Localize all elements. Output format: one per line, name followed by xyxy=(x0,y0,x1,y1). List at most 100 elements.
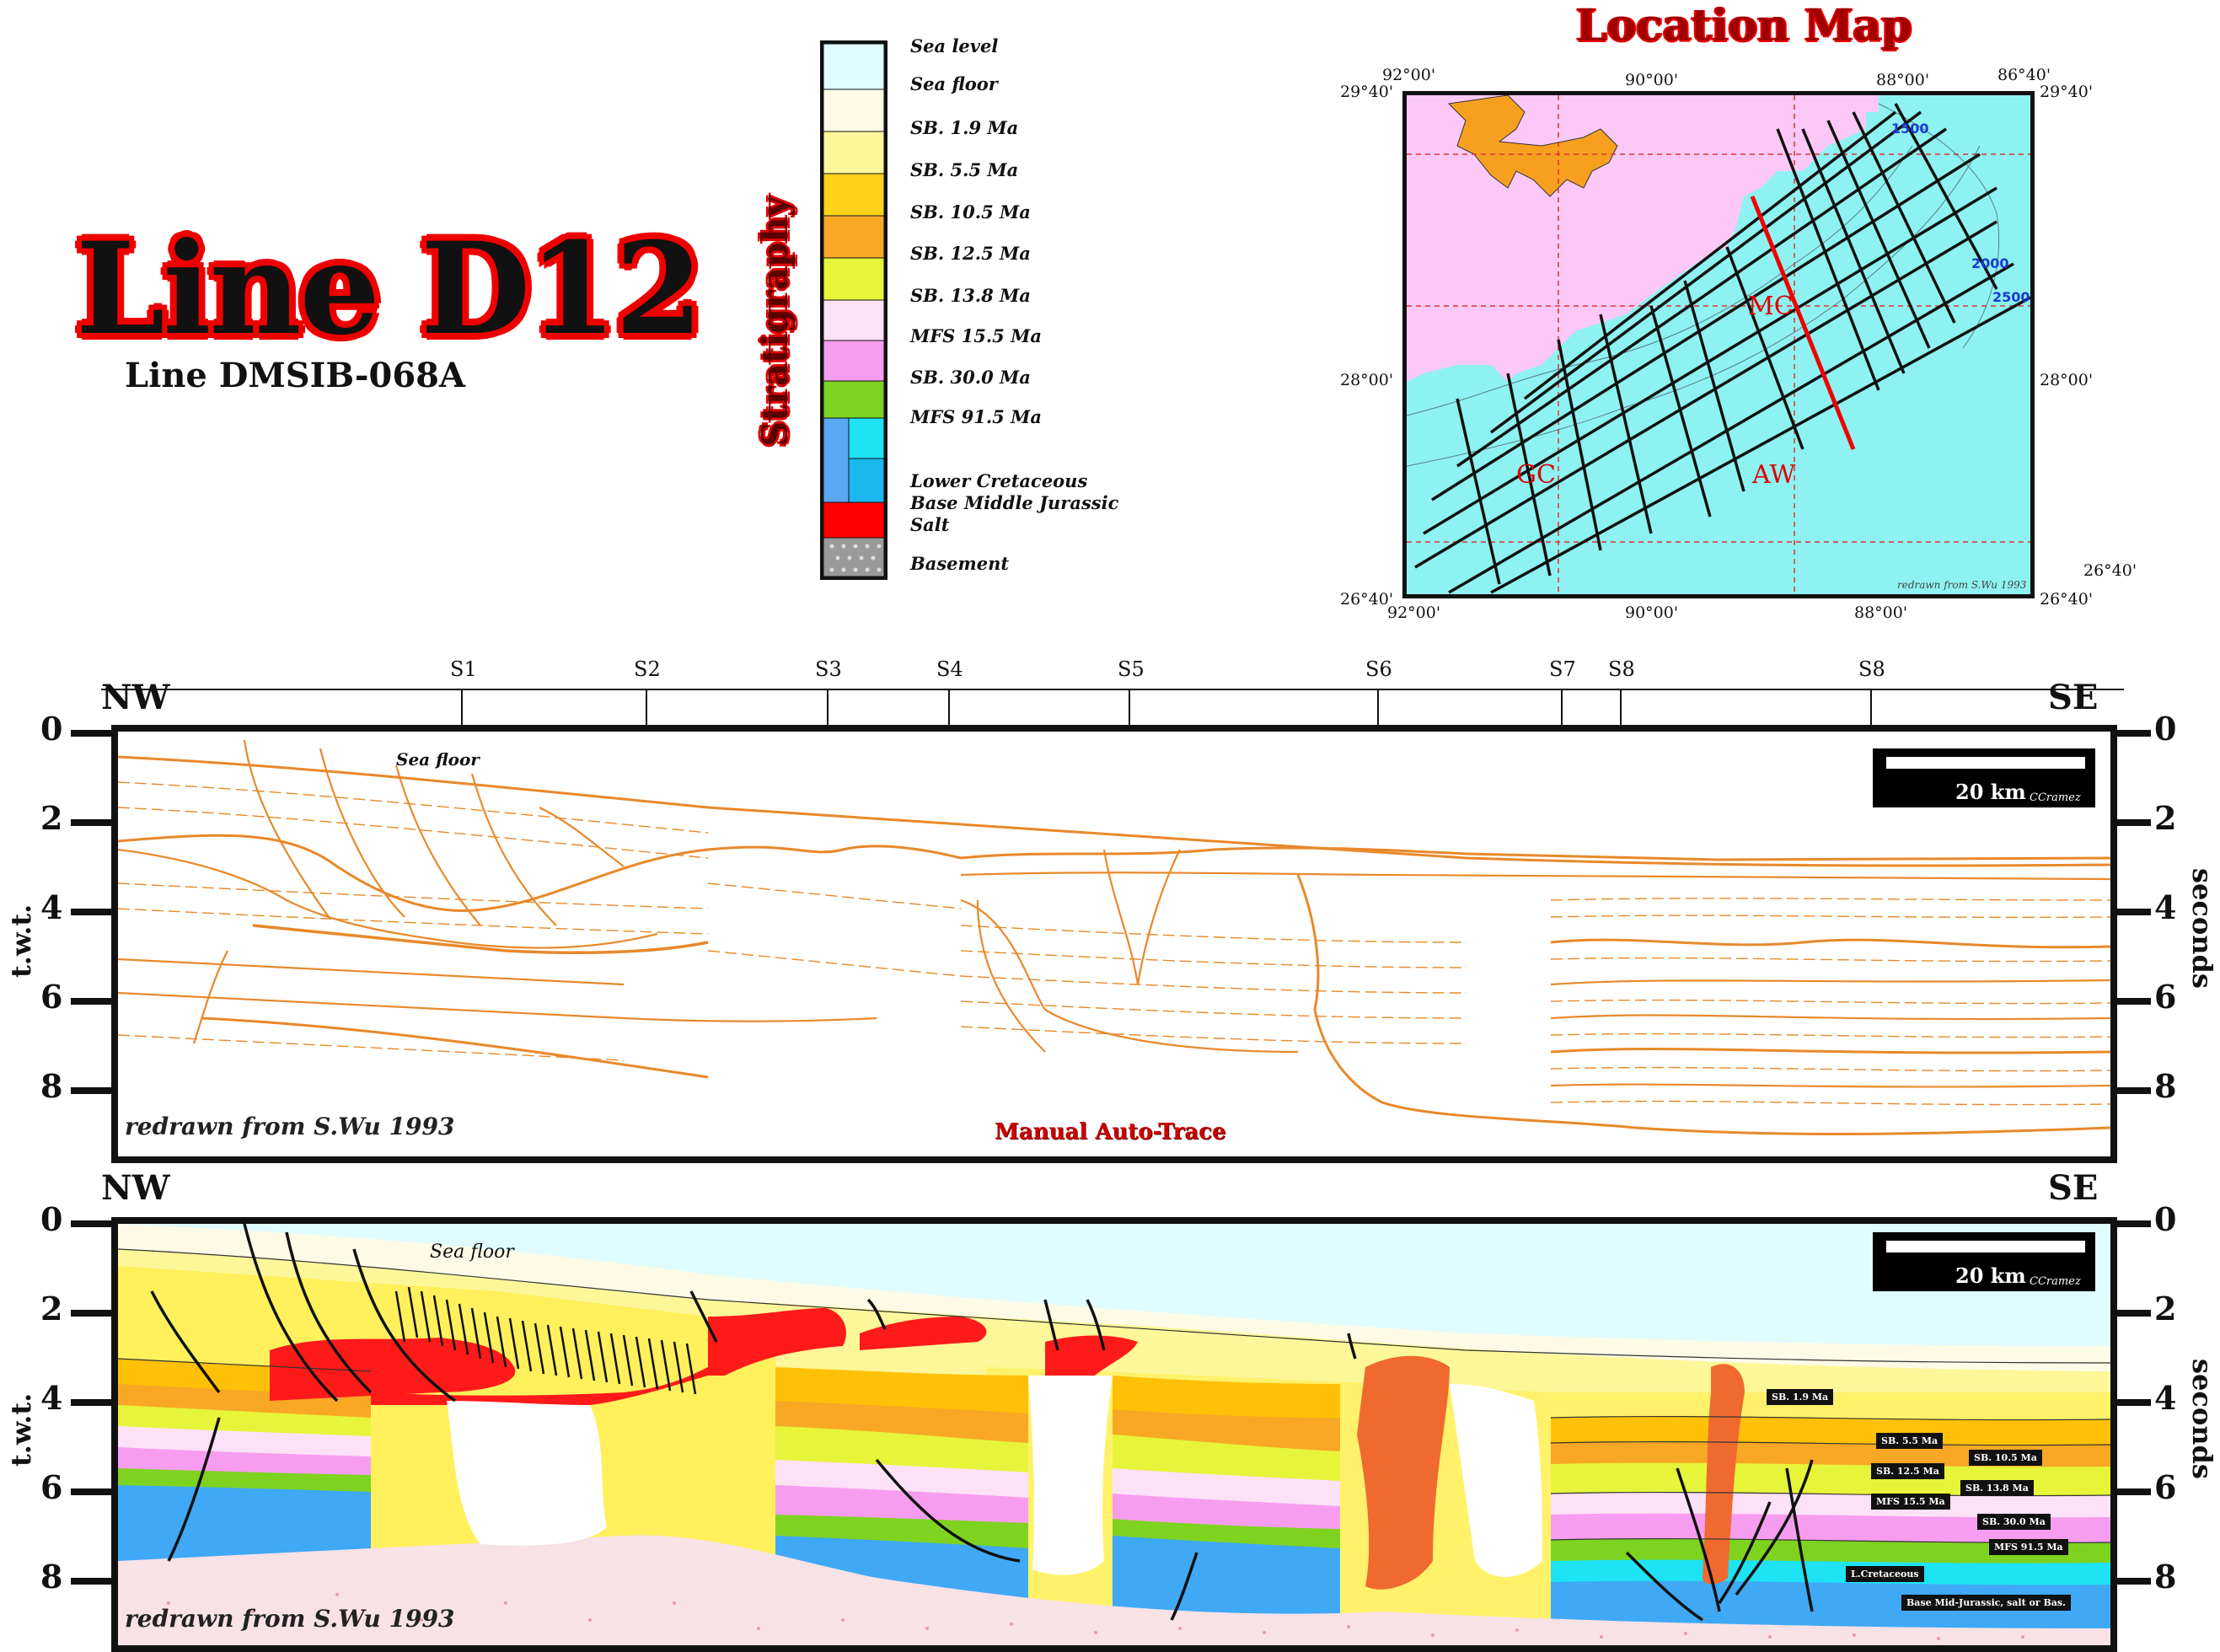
top-right-tick-0: 0 xyxy=(2154,710,2177,748)
unit-tag-sb-30: SB. 30.0 Ma xyxy=(1977,1514,2051,1530)
bottom-left-tick-6: 6 xyxy=(40,1468,63,1506)
bottom-right-tick-2: 2 xyxy=(2154,1290,2177,1328)
bottom-right-tick-4: 4 xyxy=(2154,1379,2177,1417)
station-s7: S7 xyxy=(1549,657,1576,681)
coord-lon-bottom-88: 88°00' xyxy=(1854,603,1908,622)
station-s8a: S8 xyxy=(1608,657,1635,681)
station-s6: S6 xyxy=(1365,657,1392,681)
top-left-tick-8: 8 xyxy=(40,1067,63,1105)
coord-lat-bottom-right-alt: 26°40' xyxy=(2083,561,2137,580)
contour-label-2000: 2000 xyxy=(1971,255,2009,271)
top-right-tick-2: 2 xyxy=(2154,799,2177,837)
top-left-axis-label: t.w.t. xyxy=(5,904,37,978)
bottom-panel-nw: NW xyxy=(101,1168,170,1208)
legend-label-base-mid-jurassic: Base Middle Jurassic xyxy=(910,492,1119,513)
unit-tag-sb-5-5: SB. 5.5 Ma xyxy=(1876,1433,1944,1449)
bottom-right-tick-0: 0 xyxy=(2154,1200,2177,1238)
top-scale-text: 20 km xyxy=(1955,780,2026,804)
coord-lon-bottom-90: 90°00' xyxy=(1625,603,1679,622)
coord-lat-bottom-right: 26°40' xyxy=(2040,590,2094,609)
top-scale-credit: CCramez xyxy=(2030,791,2081,804)
top-panel-se: SE xyxy=(2048,678,2099,717)
station-s2: S2 xyxy=(634,657,661,681)
station-s3: S3 xyxy=(815,657,842,681)
station-axis xyxy=(101,657,2124,725)
stratigraphy-heading: Stratigraphy xyxy=(721,177,796,455)
bottom-panel-credit: redrawn from S.Wu 1993 xyxy=(125,1605,455,1633)
top-panel: 20 km CCramez Sea floor xyxy=(111,725,2117,1163)
legend-label-mfs-91-5: MFS 91.5 Ma xyxy=(910,406,1042,427)
top-panel-nw: NW xyxy=(101,678,170,717)
coord-lat-top-left: 29°40' xyxy=(1340,83,1394,101)
coord-lat-top-right: 29°40' xyxy=(2040,83,2094,101)
unit-tag-mfs-15-5: MFS 15.5 Ma xyxy=(1871,1494,1950,1510)
location-map: MC GC AW 1500 2000 2500 redrawn from S.W… xyxy=(1402,91,2035,598)
station-s1: S1 xyxy=(450,657,477,681)
station-s8b: S8 xyxy=(1858,657,1885,681)
area-label-aw: AW xyxy=(1751,460,1795,490)
legend-label-sb-5-5: SB. 5.5 Ma xyxy=(910,159,1019,180)
top-right-tick-4: 4 xyxy=(2154,888,2177,926)
contour-label-2500: 2500 xyxy=(1992,289,2030,305)
top-left-tick-0: 0 xyxy=(40,710,63,748)
bottom-left-tick-2: 2 xyxy=(40,1290,63,1328)
bottom-right-tick-6: 6 xyxy=(2154,1468,2177,1506)
legend-column xyxy=(820,40,887,580)
bottom-panel-se: SE xyxy=(2048,1168,2099,1208)
coord-lon-bottom-92: 92°00' xyxy=(1387,603,1441,622)
legend-label-sea-floor: Sea floor xyxy=(910,73,998,94)
legend-label-salt: Salt xyxy=(910,514,950,535)
legend-label-sb-10-5: SB. 10.5 Ma xyxy=(910,201,1031,223)
unit-tag-sb-10-5: SB. 10.5 Ma xyxy=(1969,1450,2042,1466)
legend-label-basement: Basement xyxy=(910,553,1010,574)
top-left-tick-2: 2 xyxy=(40,799,63,837)
bottom-left-tick-8: 8 xyxy=(40,1558,63,1596)
unit-tag-mfs-91-5: MFS 91.5 Ma xyxy=(1989,1539,2068,1555)
legend-label-mfs-15-5: MFS 15.5 Ma xyxy=(910,325,1042,346)
legend-label-sb-1-9: SB. 1.9 Ma xyxy=(910,117,1019,138)
top-right-tick-8: 8 xyxy=(2154,1067,2177,1105)
bottom-left-axis-label: t.w.t. xyxy=(5,1392,37,1467)
bottom-scale-text: 20 km xyxy=(1955,1263,2026,1288)
coord-lon-top-92: 92°00' xyxy=(1382,66,1436,84)
station-s5: S5 xyxy=(1118,657,1145,681)
top-panel-credit: redrawn from S.Wu 1993 xyxy=(125,1113,455,1140)
unit-tag-sb-1-9: SB. 1.9 Ma xyxy=(1767,1389,1834,1405)
legend-label-lower-cretaceous: Lower Cretaceous xyxy=(910,470,1088,491)
top-right-axis-label: seconds xyxy=(2186,868,2218,989)
coord-lat-mid-right: 28°00' xyxy=(2040,371,2094,389)
top-sea-floor-label: Sea floor xyxy=(396,749,480,770)
stratigraphy-label: Stratigraphy xyxy=(754,196,796,447)
coord-lat-mid-left: 28°00' xyxy=(1340,371,1394,389)
bottom-right-axis-label: seconds xyxy=(2186,1359,2218,1479)
top-left-tick-4: 4 xyxy=(40,888,63,926)
bottom-sea-floor-label: Sea floor xyxy=(430,1242,515,1263)
legend-label-sb-12-5: SB. 12.5 Ma xyxy=(910,243,1031,264)
station-s4: S4 xyxy=(936,657,963,681)
line-title: Line D12 xyxy=(76,215,703,363)
legend-label-sea-level: Sea level xyxy=(910,35,999,56)
bottom-left-tick-4: 4 xyxy=(40,1379,63,1417)
unit-tag-base-mid-jurassic: Base Mid-Jurassic, salt or Bas. xyxy=(1901,1595,2071,1611)
contour-label-1500: 1500 xyxy=(1891,121,1929,137)
unit-tag-sb-13-8: SB. 13.8 Ma xyxy=(1960,1480,2034,1496)
area-label-mc: MC xyxy=(1748,292,1794,321)
line-d12-trace xyxy=(1750,196,1856,450)
unit-tag-sb-12-5: SB. 12.5 Ma xyxy=(1871,1463,1944,1479)
location-map-title: Location Map xyxy=(1576,0,1912,51)
manual-auto-trace-label: Manual Auto-Trace xyxy=(995,1119,1226,1145)
bottom-scale-credit: CCramez xyxy=(2030,1275,2081,1288)
top-left-tick-6: 6 xyxy=(40,978,63,1016)
line-subtitle: Line DMSIB-068A xyxy=(125,356,466,395)
legend-label-sb-13-8: SB. 13.8 Ma xyxy=(910,285,1031,306)
bottom-right-tick-8: 8 xyxy=(2154,1558,2177,1596)
area-label-gc: GC xyxy=(1516,460,1556,490)
top-right-tick-6: 6 xyxy=(2154,978,2177,1016)
coord-lon-top-86-40: 86°40' xyxy=(1997,66,2051,84)
coord-lon-top-90: 90°00' xyxy=(1625,71,1679,89)
bottom-left-tick-0: 0 xyxy=(40,1200,63,1238)
legend-label-sb-30: SB. 30.0 Ma xyxy=(910,367,1031,388)
unit-tag-l-cretaceous: L.Cretaceous xyxy=(1846,1566,1924,1582)
coord-lat-bottom-left: 26°40' xyxy=(1340,590,1394,609)
bottom-panel: 20 km CCramez Sea floor xyxy=(111,1217,2117,1652)
